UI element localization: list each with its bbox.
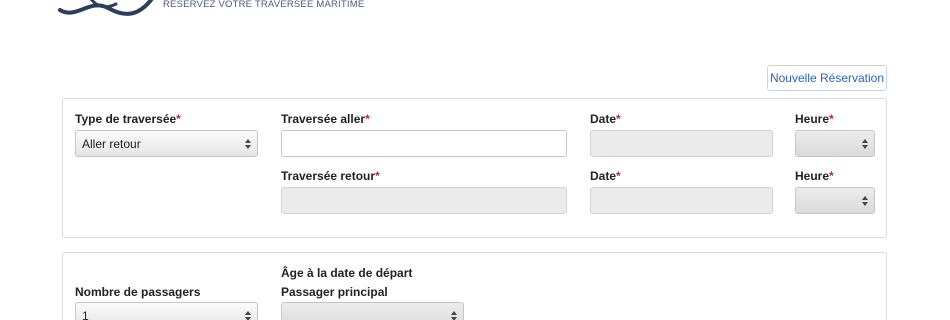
outbound-crossing-input[interactable] <box>281 130 567 157</box>
crossing-type-label: Type de traversée* <box>75 112 181 126</box>
outbound-time-select[interactable] <box>795 130 875 157</box>
select-arrows-icon <box>245 139 251 149</box>
return-time-select[interactable] <box>795 187 875 214</box>
passenger-count-label: Nombre de passagers <box>75 285 201 299</box>
age-heading: Âge à la date de départ <box>281 266 413 280</box>
brand-tagline: RÉSERVEZ VOTRE TRAVERSÉE MARITIME <box>163 0 365 10</box>
crossing-type-value: Aller retour <box>82 136 141 151</box>
crossing-type-select[interactable]: Aller retour <box>75 130 258 157</box>
outbound-crossing-label: Traversée aller* <box>281 112 370 126</box>
return-crossing-label: Traversée retour* <box>281 169 380 183</box>
outbound-time-label: Heure* <box>795 112 834 126</box>
return-time-label: Heure* <box>795 169 834 183</box>
new-reservation-button[interactable]: Nouvelle Réservation <box>767 65 887 91</box>
select-arrows-icon <box>862 196 868 206</box>
crossing-panel: Type de traversée* Aller retour Traversé… <box>62 98 887 238</box>
select-arrows-icon <box>862 139 868 149</box>
wave-logo-icon <box>58 0 154 16</box>
outbound-date-label: Date* <box>590 112 621 126</box>
passenger-count-value: 1 <box>82 308 89 320</box>
return-crossing-input[interactable] <box>281 187 567 214</box>
outbound-date-input[interactable] <box>590 130 773 157</box>
return-date-label: Date* <box>590 169 621 183</box>
return-date-input[interactable] <box>590 187 773 214</box>
passengers-panel: Âge à la date de départ Nombre de passag… <box>62 252 887 320</box>
select-arrows-icon <box>451 311 457 320</box>
passenger-count-select[interactable]: 1 <box>75 302 258 320</box>
main-passenger-label: Passager principal <box>281 285 388 299</box>
main-passenger-age-select[interactable] <box>281 302 464 320</box>
select-arrows-icon <box>245 311 251 320</box>
